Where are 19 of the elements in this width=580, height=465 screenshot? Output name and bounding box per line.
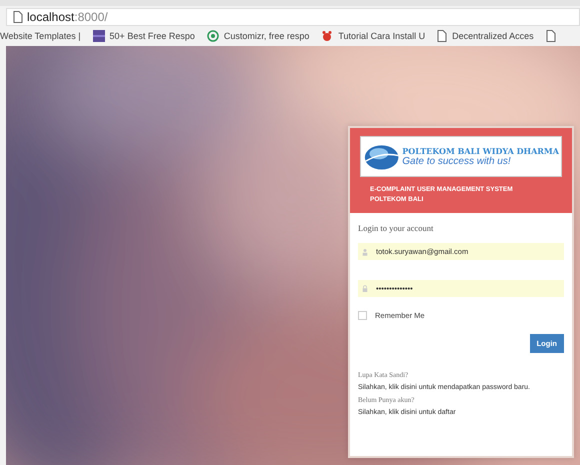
bookmark-link[interactable]: Customizr, free respo bbox=[224, 31, 310, 41]
page-icon bbox=[13, 11, 23, 23]
user-icon bbox=[362, 248, 368, 256]
bookmark-link[interactable]: Tutorial Cara Install U bbox=[338, 31, 426, 41]
bug-icon bbox=[321, 30, 334, 42]
brand-tagline: Gate to success with us! bbox=[402, 156, 512, 167]
form-heading: Login to your account bbox=[358, 223, 434, 233]
remember-checkbox[interactable] bbox=[358, 311, 367, 320]
bookmark-link[interactable]: 50+ Best Free Respo bbox=[110, 31, 195, 41]
address-bar[interactable]: localhost:8000/ bbox=[6, 8, 580, 26]
bookmark-link[interactable]: Decentralized Acces bbox=[452, 31, 534, 41]
page-icon bbox=[546, 30, 556, 42]
circle-icon bbox=[206, 30, 219, 42]
bookmark-link[interactable]: Website Templates | bbox=[0, 31, 81, 41]
page-icon bbox=[437, 30, 448, 42]
url-text: localhost:8000/ bbox=[27, 10, 108, 24]
lock-icon bbox=[362, 284, 368, 292]
square-icon bbox=[92, 30, 105, 42]
brand-name: POLTEKOM BALI WIDYA DHARMA bbox=[402, 146, 559, 156]
